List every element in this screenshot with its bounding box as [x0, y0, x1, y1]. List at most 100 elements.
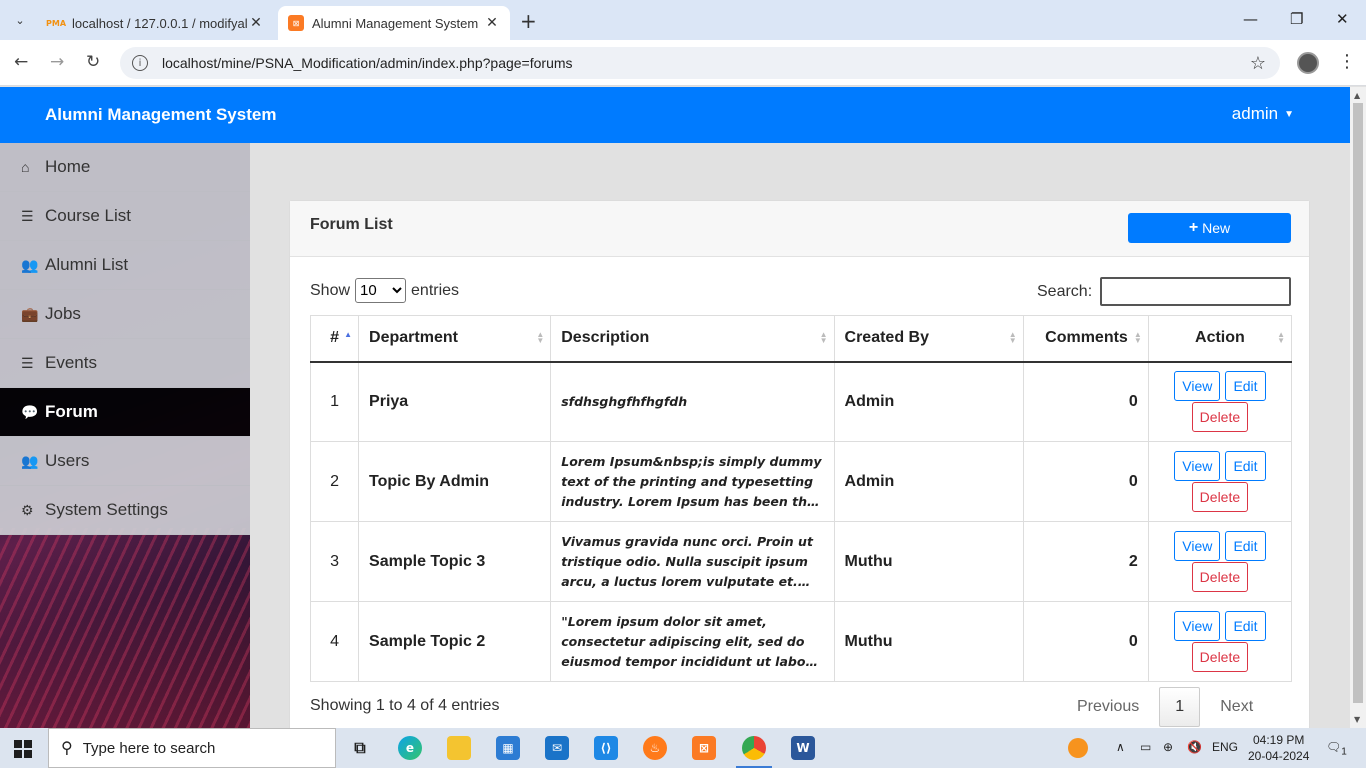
row-description: sfdhsghgfhfhgfdh	[550, 361, 835, 442]
row-comments: 0	[1022, 601, 1149, 682]
row-comments: 0	[1022, 441, 1149, 522]
weather-icon[interactable]	[1068, 738, 1088, 758]
taskbar-search[interactable]: ⚲ Type here to search	[48, 728, 336, 768]
row-department: Priya	[358, 361, 552, 442]
edit-button[interactable]: Edit	[1225, 371, 1266, 402]
tab-alumni[interactable]: ⊠ Alumni Management System ✕	[278, 6, 510, 40]
site-info-icon[interactable]: i	[132, 55, 148, 71]
new-forum-button[interactable]: + New	[1128, 213, 1291, 243]
search-input[interactable]	[1100, 277, 1292, 306]
table-row: 1 Priya sfdhsghgfhfhgfdh Admin 0 View Ed…	[309, 361, 1293, 442]
sort-icon: ▲ ▼	[819, 330, 828, 345]
address-bar: ← → ↻ i localhost/mine/PSNA_Modification…	[0, 40, 1366, 86]
browser-menu-icon[interactable]: ⋮	[1338, 51, 1356, 72]
row-number: 1	[309, 361, 360, 442]
user-dropdown[interactable]: admin ▼	[1232, 104, 1294, 124]
gears-icon: ⚙	[21, 501, 34, 518]
sidebar-item-home[interactable]: ⌂ Home	[0, 143, 250, 192]
file-explorer-icon[interactable]	[447, 736, 471, 760]
view-button[interactable]: View	[1174, 371, 1221, 402]
close-window-icon[interactable]: ✕	[1336, 10, 1349, 28]
reload-icon[interactable]: ↻	[86, 52, 100, 72]
plus-icon: +	[1188, 219, 1199, 236]
table-row: 2 Topic By Admin Lorem Ipsum&nbsp;is sim…	[309, 441, 1293, 522]
app-brand[interactable]: Alumni Management System	[45, 105, 276, 125]
edit-button[interactable]: Edit	[1225, 611, 1266, 641]
sidebar-item-forum[interactable]: 💬 Forum	[0, 388, 250, 437]
column-header-comments[interactable]: Comments ▲ ▼	[1022, 315, 1149, 363]
bookmark-star-icon[interactable]: ☆	[1250, 53, 1266, 74]
view-button[interactable]: View	[1174, 531, 1221, 561]
row-actions: View Edit Delete	[1147, 361, 1293, 442]
new-tab-icon[interactable]: +	[520, 9, 537, 33]
delete-button[interactable]: Delete	[1191, 402, 1249, 433]
close-tab-icon[interactable]: ✕	[248, 15, 264, 31]
sidebar-item-system-settings[interactable]: ⚙ System Settings	[0, 486, 250, 535]
column-header-action[interactable]: Action ▲ ▼	[1147, 315, 1293, 363]
next-page-button[interactable]: Next	[1220, 698, 1253, 716]
network-icon[interactable]: ⊕	[1163, 740, 1173, 754]
list-icon: ☰	[21, 354, 34, 371]
table-row: 4 Sample Topic 2 "Lorem ipsum dolor sit …	[309, 601, 1293, 682]
column-header-created-by[interactable]: Created By ▲ ▼	[833, 315, 1024, 363]
column-header-description[interactable]: Description ▲ ▼	[550, 315, 835, 363]
user-name: admin	[1231, 104, 1279, 123]
windows-start-icon[interactable]	[14, 740, 32, 758]
xampp-taskbar-icon[interactable]: ⊠	[692, 736, 716, 760]
store-icon[interactable]: ▦	[496, 736, 520, 760]
sidebar-item-events[interactable]: ☰ Events	[0, 339, 250, 388]
column-header-num[interactable]: # ▲	[309, 315, 360, 363]
home-icon: ⌂	[21, 159, 30, 175]
volume-icon[interactable]: 🔇	[1187, 740, 1202, 754]
delete-button[interactable]: Delete	[1191, 642, 1249, 672]
vscode-icon[interactable]: ⟨⟩	[594, 736, 618, 760]
sidebar-item-course-list[interactable]: ☰ Course List	[0, 192, 250, 241]
minimize-icon[interactable]: —	[1243, 10, 1258, 28]
row-comments: 0	[1022, 361, 1149, 442]
scroll-down-icon[interactable]: ▼	[1354, 715, 1360, 724]
card-header: Forum List + New	[290, 201, 1309, 257]
row-number: 4	[309, 601, 360, 682]
entries-select[interactable]: 10	[355, 278, 407, 303]
tab-search-chevron-icon[interactable]: ⌄	[8, 8, 32, 32]
clock[interactable]: 04:19 PM 20-04-2024	[1248, 732, 1309, 764]
mail-icon[interactable]: ✉	[545, 736, 569, 760]
notification-icon[interactable]: 🗨1	[1326, 740, 1347, 757]
sidebar-item-users[interactable]: 👥 Users	[0, 437, 250, 486]
chevron-up-icon[interactable]: ∧	[1116, 740, 1125, 754]
scroll-up-icon[interactable]: ▲	[1354, 91, 1360, 100]
profile-avatar[interactable]	[1297, 52, 1319, 74]
column-header-department[interactable]: Department ▲ ▼	[358, 315, 552, 363]
previous-page-button[interactable]: Previous	[1077, 698, 1139, 716]
page-1-button[interactable]: 1	[1159, 687, 1201, 727]
row-number: 3	[309, 521, 360, 602]
row-description: Lorem Ipsum&nbsp;is simply dummy text of…	[550, 441, 835, 522]
close-tab-icon[interactable]: ✕	[484, 15, 500, 31]
sidebar: ⌂ Home ☰ Course List 👥 Alumni List 💼 Jobs ☰ E…	[0, 143, 250, 728]
back-icon[interactable]: ←	[14, 52, 28, 72]
forward-icon[interactable]: →	[50, 52, 64, 72]
page-scrollbar[interactable]: ▲ ▼	[1350, 87, 1366, 728]
word-icon[interactable]: W	[791, 736, 815, 760]
restore-icon[interactable]: ❐	[1290, 10, 1303, 28]
view-button[interactable]: View	[1174, 451, 1221, 481]
delete-button[interactable]: Delete	[1191, 482, 1249, 512]
edit-button[interactable]: Edit	[1225, 531, 1266, 561]
language-indicator[interactable]: ENG	[1212, 740, 1238, 754]
edit-button[interactable]: Edit	[1225, 451, 1266, 481]
table-row: 3 Sample Topic 3 Vivamus gravida nunc or…	[309, 521, 1293, 602]
chrome-icon[interactable]	[736, 736, 772, 768]
edge-icon[interactable]: e	[398, 736, 422, 760]
device-icon[interactable]: ▭	[1140, 740, 1151, 754]
sidebar-item-alumni-list[interactable]: 👥 Alumni List	[0, 241, 250, 290]
entries-length-control: Show 10 entries	[310, 278, 459, 303]
scrollbar-thumb[interactable]	[1353, 103, 1363, 703]
flame-app-icon[interactable]: ♨	[643, 736, 667, 760]
sidebar-item-jobs[interactable]: 💼 Jobs	[0, 290, 250, 339]
delete-button[interactable]: Delete	[1191, 562, 1249, 592]
tab-phpmyadmin[interactable]: PMA localhost / 127.0.0.1 / modifyal ✕	[38, 6, 274, 40]
task-view-icon[interactable]: ⧉	[348, 736, 372, 760]
url-field[interactable]: i localhost/mine/PSNA_Modification/admin…	[120, 47, 1280, 79]
view-button[interactable]: View	[1174, 611, 1221, 641]
phpmyadmin-icon: PMA	[46, 18, 67, 28]
